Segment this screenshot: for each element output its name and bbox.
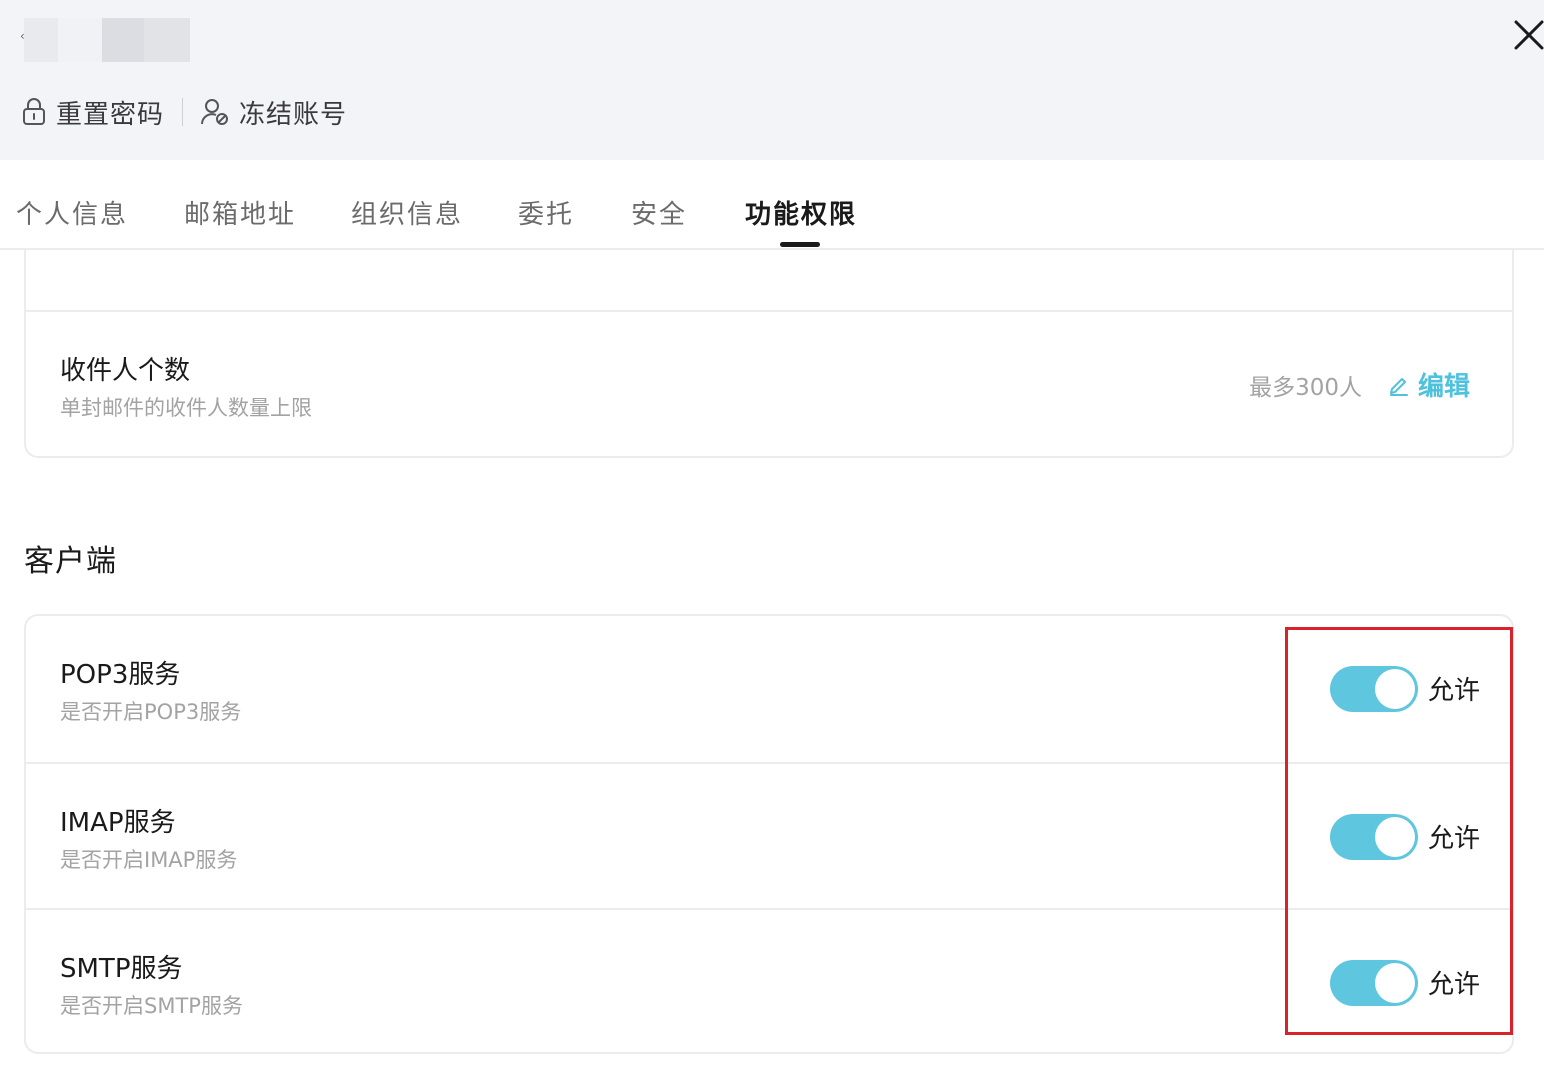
tab-security[interactable]: 安全: [631, 194, 687, 231]
blurred-name-block: [24, 18, 58, 62]
smtp-status-label: 允许: [1428, 970, 1481, 1000]
tab-personal-info[interactable]: 个人信息: [16, 194, 128, 231]
tab-email-address[interactable]: 邮箱地址: [184, 194, 296, 231]
account-actions: 重置密码 冻结账号: [22, 92, 347, 132]
pencil-icon: [1389, 377, 1408, 396]
freeze-account-label: 冻结账号: [239, 99, 348, 130]
pop3-toggle[interactable]: [1330, 666, 1418, 712]
recipient-limit-value: 最多300人: [1249, 375, 1362, 401]
imap-service-description: 是否开启IMAP服务: [60, 848, 238, 872]
pop3-service-row: POP3服务 是否开启POP3服务 允许: [26, 616, 1512, 762]
edit-label: 编辑: [1417, 372, 1470, 402]
imap-toggle[interactable]: [1330, 814, 1418, 860]
blurred-name-block: [58, 18, 102, 62]
reset-password-label: 重置密码: [56, 99, 165, 130]
imap-service-row: IMAP服务 是否开启IMAP服务 允许: [26, 762, 1512, 908]
recipient-limit-title: 收件人个数: [60, 356, 191, 386]
header-bar: ‹ 重置密码 冻结账号: [0, 0, 1544, 160]
smtp-service-row: SMTP服务 是否开启SMTP服务 允许: [26, 908, 1512, 1054]
user-freeze-icon: [201, 99, 229, 125]
client-section-title: 客户端: [24, 544, 117, 579]
smtp-service-description: 是否开启SMTP服务: [60, 994, 243, 1018]
pop3-service-description: 是否开启POP3服务: [60, 700, 242, 724]
tab-org-info[interactable]: 组织信息: [351, 194, 463, 231]
edit-recipient-limit-button[interactable]: 编辑: [1388, 366, 1470, 403]
pop3-service-title: POP3服务: [60, 660, 181, 690]
blurred-name-block: [102, 18, 144, 62]
tab-feature-permissions[interactable]: 功能权限: [745, 194, 857, 231]
imap-service-title: IMAP服务: [60, 808, 176, 838]
client-services-card: POP3服务 是否开启POP3服务 允许 IMAP服务 是否开启IMAP服务 允…: [24, 614, 1514, 1054]
reset-password-button[interactable]: 重置密码: [22, 94, 164, 131]
blurred-name-block: [144, 18, 190, 62]
imap-status-label: 允许: [1428, 824, 1481, 854]
tab-delegation[interactable]: 委托: [518, 194, 574, 231]
active-tab-indicator: [780, 242, 820, 247]
toggle-knob: [1375, 963, 1415, 1003]
lock-icon: [23, 98, 45, 125]
card-divider: [26, 310, 1512, 312]
recipient-limit-card: 收件人个数 单封邮件的收件人数量上限 最多300人 编辑: [24, 250, 1514, 458]
toggle-knob: [1375, 817, 1415, 857]
smtp-toggle[interactable]: [1330, 960, 1418, 1006]
toggle-knob: [1375, 669, 1415, 709]
freeze-account-button[interactable]: 冻结账号: [201, 94, 347, 131]
smtp-service-title: SMTP服务: [60, 954, 183, 984]
close-button[interactable]: [1512, 16, 1544, 52]
tab-bar: 个人信息 邮箱地址 组织信息 委托 安全 功能权限: [0, 160, 1544, 250]
close-icon: [1514, 20, 1544, 50]
recipient-limit-description: 单封邮件的收件人数量上限: [60, 396, 312, 420]
pop3-status-label: 允许: [1428, 676, 1481, 706]
action-divider: [182, 98, 184, 126]
